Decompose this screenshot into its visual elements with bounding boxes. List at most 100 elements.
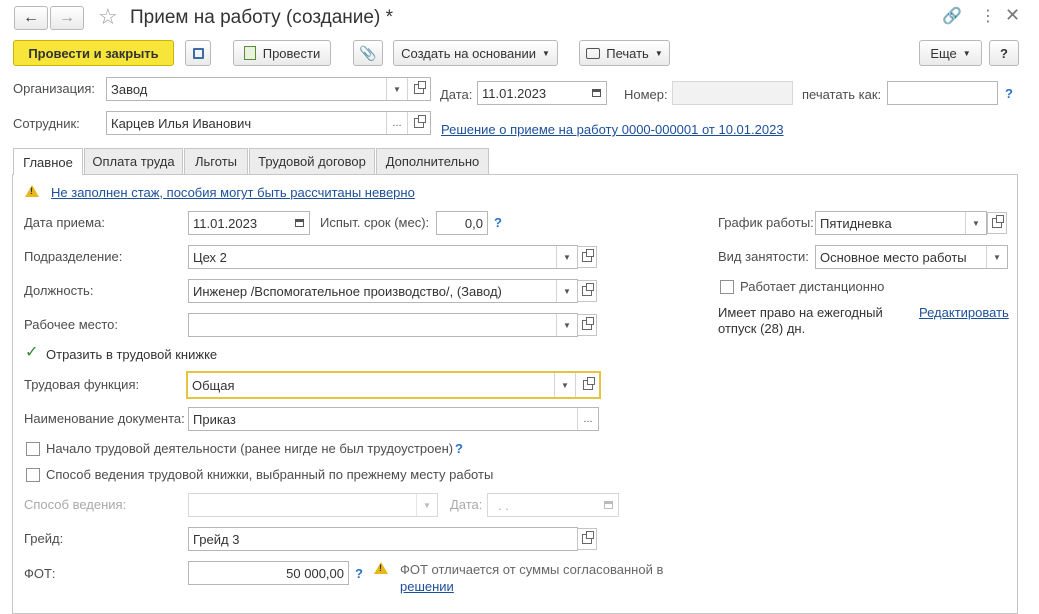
warning-icon <box>25 185 39 197</box>
career-start-label: Начало трудовой деятельности (ранее нигд… <box>46 441 454 456</box>
attach-button[interactable]: 📎 <box>353 40 383 66</box>
date-value: 11.01.2023 <box>482 85 547 101</box>
arrow-right-icon: → <box>59 9 75 26</box>
position-field[interactable]: Инженер /Вспомогательное производство/, … <box>188 279 578 303</box>
grade-label: Грейд: <box>24 531 64 546</box>
fot-warning-link[interactable]: решении <box>400 579 454 594</box>
create-based-on-button[interactable]: Создать на основании ▼ <box>393 40 558 66</box>
reflect-in-book-checkbox[interactable]: ✓ <box>25 344 40 361</box>
dropdown-icon[interactable]: ▼ <box>416 494 437 516</box>
forward-button[interactable]: → <box>50 6 84 30</box>
help-mark[interactable]: ? <box>1005 86 1013 101</box>
more-button[interactable]: Еще ▼ <box>919 40 982 66</box>
labor-function-value: Общая <box>192 377 235 393</box>
open-icon[interactable] <box>577 246 597 268</box>
checkmark-icon: ✓ <box>25 344 39 361</box>
tab-payment[interactable]: Оплата труда <box>84 148 183 174</box>
tab-main[interactable]: Главное <box>13 148 83 175</box>
labor-function-label: Трудовая функция: <box>24 377 140 392</box>
fot-field[interactable]: 50 000,00 <box>188 561 349 585</box>
help-mark[interactable]: ? <box>494 215 502 230</box>
book-method-prev-checkbox[interactable] <box>26 468 40 482</box>
warning-icon <box>374 562 388 574</box>
position-label: Должность: <box>24 283 94 298</box>
workplace-label: Рабочее место: <box>24 317 119 332</box>
method-field[interactable]: ▼ <box>188 493 438 517</box>
number-field[interactable] <box>672 81 793 105</box>
open-icon[interactable] <box>575 373 599 397</box>
select-button[interactable]: ... <box>386 112 407 134</box>
vacation-text-line1: Имеет право на ежегодный <box>718 305 883 320</box>
dropdown-icon[interactable]: ▼ <box>965 212 986 234</box>
chevron-down-icon: ▼ <box>654 48 663 58</box>
dropdown-icon[interactable]: ▼ <box>556 314 577 336</box>
decision-link[interactable]: Решение о приеме на работу 0000-000001 о… <box>441 122 784 137</box>
hire-date-field[interactable]: 11.01.2023 <box>188 211 310 235</box>
number-label: Номер: <box>624 87 668 102</box>
hire-date-label: Дата приема: <box>24 215 105 230</box>
tab-additional[interactable]: Дополнительно <box>376 148 489 174</box>
tab-labor-contract[interactable]: Трудовой договор <box>249 148 375 174</box>
dropdown-icon[interactable]: ▼ <box>556 246 577 268</box>
open-icon[interactable] <box>987 212 1007 234</box>
chevron-down-icon: ▼ <box>541 48 550 58</box>
calendar-icon[interactable] <box>598 494 618 516</box>
tab-benefits[interactable]: Льготы <box>184 148 248 174</box>
paperclip-icon: 📎 <box>359 44 377 61</box>
print-button[interactable]: Печать ▼ <box>579 40 670 66</box>
more-label: Еще <box>930 45 957 61</box>
grade-field[interactable]: Грейд 3 <box>188 527 578 551</box>
dropdown-icon[interactable]: ▼ <box>556 280 577 302</box>
method-label: Способ ведения: <box>24 497 127 512</box>
probation-field[interactable]: 0,0 <box>436 211 488 235</box>
more-vertical-icon[interactable]: ⋮ <box>980 6 996 26</box>
calendar-icon[interactable] <box>586 82 606 104</box>
employee-field[interactable]: Карцев Илья Иванович ... <box>106 111 431 135</box>
post-button[interactable]: Провести <box>233 40 331 66</box>
fot-warning-text: ФОТ отличается от суммы согласованной в <box>400 562 664 577</box>
open-icon[interactable] <box>407 112 430 134</box>
dropdown-icon[interactable]: ▼ <box>554 373 575 397</box>
star-icon[interactable]: ☆ <box>98 4 118 30</box>
method-date-label: Дата: <box>450 497 483 512</box>
doc-name-field[interactable]: Приказ ... <box>188 407 599 431</box>
organization-value: Завод <box>111 81 148 97</box>
probation-label: Испыт. срок (мес): <box>320 215 430 230</box>
open-icon[interactable] <box>577 528 597 550</box>
hire-date-value: 11.01.2023 <box>193 215 258 231</box>
back-button[interactable]: ← <box>14 6 48 30</box>
department-field[interactable]: Цех 2 ▼ <box>188 245 578 269</box>
doc-name-value: Приказ <box>193 411 236 427</box>
employment-type-value: Основное место работы <box>820 249 967 265</box>
dropdown-icon[interactable]: ▼ <box>386 78 407 100</box>
link-icon[interactable]: 🔗 <box>942 6 962 26</box>
calendar-icon[interactable] <box>289 212 309 234</box>
remote-checkbox[interactable] <box>720 280 734 294</box>
print-as-label: печатать как: <box>802 87 882 102</box>
career-start-checkbox[interactable] <box>26 442 40 456</box>
workplace-field[interactable]: ▼ <box>188 313 578 337</box>
help-button[interactable]: ? <box>989 40 1019 66</box>
print-as-field[interactable] <box>887 81 998 105</box>
open-icon[interactable] <box>407 78 430 100</box>
organization-field[interactable]: Завод ▼ <box>106 77 431 101</box>
schedule-field[interactable]: Пятидневка ▼ <box>815 211 987 235</box>
open-icon[interactable] <box>577 314 597 336</box>
dropdown-icon[interactable]: ▼ <box>986 246 1007 268</box>
chevron-down-icon: ▼ <box>962 48 971 58</box>
select-button[interactable]: ... <box>577 408 598 430</box>
help-mark[interactable]: ? <box>455 441 463 456</box>
vacation-text-line2: отпуск (28) дн. <box>718 321 806 336</box>
save-button[interactable] <box>185 40 211 66</box>
edit-vacation-link[interactable]: Редактировать <box>919 305 1009 320</box>
book-method-prev-label: Способ ведения трудовой книжки, выбранны… <box>46 467 494 482</box>
date-field[interactable]: 11.01.2023 <box>477 81 607 105</box>
method-date-field[interactable]: . . <box>487 493 619 517</box>
warning-link[interactable]: Не заполнен стаж, пособия могут быть рас… <box>51 185 415 200</box>
open-icon[interactable] <box>577 280 597 302</box>
employment-type-field[interactable]: Основное место работы ▼ <box>815 245 1008 269</box>
close-icon[interactable]: ✕ <box>1005 5 1020 26</box>
post-and-close-button[interactable]: Провести и закрыть <box>13 40 174 66</box>
labor-function-field[interactable]: Общая ▼ <box>186 371 601 399</box>
help-mark[interactable]: ? <box>355 566 363 581</box>
